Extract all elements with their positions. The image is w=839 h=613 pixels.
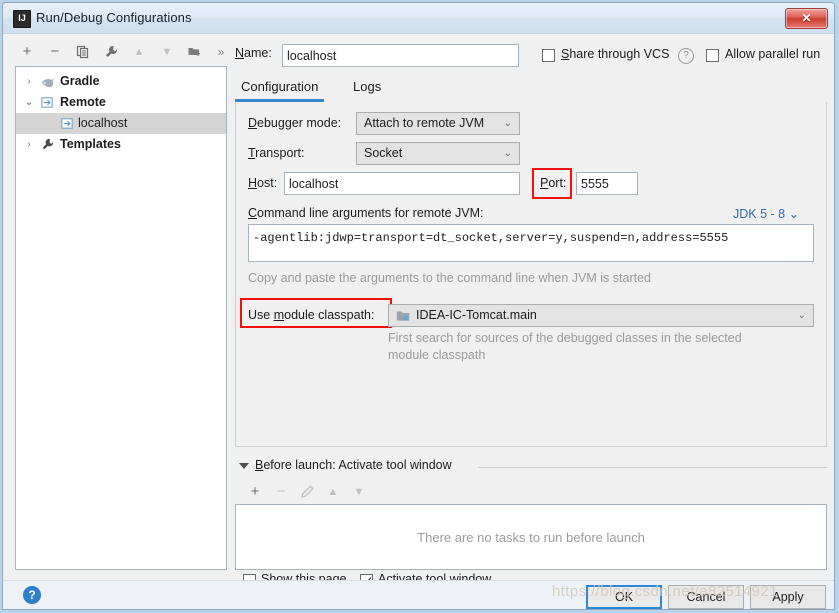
tree-item-label: Templates	[60, 137, 121, 151]
use-module-classpath-label: Use module classpath:	[248, 308, 375, 322]
chevron-right-icon[interactable]: ›	[22, 134, 36, 155]
dialog-body: + − ▲ ▼ » › Gradle ⌄ Remote localhost › …	[3, 34, 834, 587]
chevron-down-icon: ⌄	[503, 118, 512, 129]
tree-item-remote[interactable]: ⌄ Remote	[16, 92, 226, 113]
task-move-up-button[interactable]: ▲	[321, 480, 345, 504]
window-title: Run/Debug Configurations	[36, 10, 192, 25]
tree-item-gradle[interactable]: › Gradle	[16, 71, 226, 92]
configurations-tree[interactable]: › Gradle ⌄ Remote localhost › Templates	[15, 66, 227, 570]
remote-icon	[41, 97, 53, 108]
chevron-right-icon[interactable]: ›	[22, 71, 36, 92]
close-icon: ✕	[801, 11, 812, 25]
tree-item-label: Remote	[60, 95, 106, 109]
before-launch-empty-text: There are no tasks to run before launch	[417, 530, 645, 545]
host-label: Host:	[248, 176, 278, 190]
host-input[interactable]	[284, 172, 520, 195]
module-classpath-value: IDEA-IC-Tomcat.main	[416, 308, 537, 322]
tab-configuration[interactable]: Configuration	[235, 74, 325, 102]
before-launch-title: Before launch: Activate tool window	[255, 458, 452, 472]
move-up-button[interactable]: ▲	[127, 40, 151, 64]
close-window-button[interactable]: ✕	[785, 8, 828, 29]
transport-combo[interactable]: Socket ⌄	[356, 142, 520, 165]
title-bar: IJ Run/Debug Configurations ✕	[3, 3, 834, 34]
more-options-button[interactable]: »	[209, 40, 233, 64]
transport-value: Socket	[364, 146, 403, 160]
before-launch-toolbar: + − ▲ ▼	[243, 480, 443, 504]
collapse-triangle-icon[interactable]	[239, 463, 249, 469]
configuration-panel: Debugger mode: Attach to remote JVM ⌄ Tr…	[235, 102, 827, 447]
jdk-version-selector[interactable]: JDK 5 - 8 ⌄	[733, 206, 799, 221]
debugger-mode-value: Attach to remote JVM	[364, 116, 485, 130]
help-button[interactable]: ?	[23, 586, 41, 604]
copy-icon	[76, 45, 89, 59]
module-classpath-combo[interactable]: IDEA-IC-Tomcat.main ⌄	[388, 304, 814, 327]
command-line-arguments-label: Command line arguments for remote JVM:	[248, 206, 484, 220]
tab-logs[interactable]: Logs	[347, 74, 387, 101]
port-label: Port:	[540, 176, 567, 190]
folder-add-icon	[188, 48, 200, 56]
edit-task-button[interactable]	[295, 480, 319, 504]
transport-label: Transport:	[248, 146, 305, 160]
configuration-editor-pane: Name: Share through VCS ? Allow parallel…	[235, 40, 827, 570]
editor-tabs: Configuration Logs	[235, 74, 827, 103]
task-move-down-button[interactable]: ▼	[347, 480, 371, 504]
jdk-version-label: JDK 5 - 8	[733, 207, 786, 221]
tree-item-templates[interactable]: › Templates	[16, 134, 226, 155]
module-classpath-hint-line2: module classpath	[388, 348, 486, 362]
gradle-icon	[41, 78, 54, 88]
copy-configuration-button[interactable]	[71, 40, 95, 64]
remove-configuration-button[interactable]: −	[43, 40, 67, 64]
before-launch-tasks-list[interactable]: There are no tasks to run before launch	[235, 504, 827, 570]
module-folder-icon	[396, 311, 410, 321]
new-folder-button[interactable]	[183, 40, 207, 64]
move-down-button[interactable]: ▼	[155, 40, 179, 64]
name-row: Name: Share through VCS ? Allow parallel…	[235, 42, 827, 67]
intellij-app-icon: IJ	[13, 10, 31, 28]
copy-paste-hint: Copy and paste the arguments to the comm…	[248, 271, 651, 285]
section-divider	[478, 467, 827, 468]
remove-task-button[interactable]: −	[269, 480, 293, 504]
chevron-down-icon: ⌄	[797, 310, 806, 321]
debugger-mode-combo[interactable]: Attach to remote JVM ⌄	[356, 112, 520, 135]
add-configuration-button[interactable]: +	[15, 40, 39, 64]
wrench-icon	[106, 46, 117, 57]
add-task-button[interactable]: +	[243, 480, 267, 504]
debugger-mode-label: Debugger mode:	[248, 116, 342, 130]
wrench-icon	[42, 138, 54, 150]
tree-item-localhost[interactable]: localhost	[16, 113, 226, 134]
command-line-arguments-textarea[interactable]: -agentlib:jdwp=transport=dt_socket,serve…	[248, 224, 814, 262]
chevron-down-icon: ⌄	[788, 207, 800, 221]
configurations-toolbar: + − ▲ ▼ »	[15, 40, 227, 66]
chevron-down-icon[interactable]: ⌄	[22, 92, 36, 113]
allow-parallel-run-checkbox[interactable]	[706, 49, 719, 62]
edit-templates-button[interactable]	[99, 40, 123, 64]
tree-item-label: localhost	[78, 116, 128, 130]
run-debug-configurations-dialog: IJ Run/Debug Configurations ✕ + − ▲ ▼ » …	[2, 2, 835, 610]
before-launch-header: Before launch: Activate tool window	[235, 458, 827, 476]
allow-parallel-run-label: Allow parallel run	[725, 47, 821, 61]
tree-item-label: Gradle	[60, 74, 100, 88]
remote-icon	[61, 118, 73, 129]
share-vcs-label: Share through VCS	[561, 47, 670, 61]
watermark-text: https://blog.csdn.net/a82514921	[552, 583, 778, 600]
port-input[interactable]	[576, 172, 638, 195]
module-classpath-hint-line1: First search for sources of the debugged…	[388, 331, 742, 345]
chevron-down-icon: ⌄	[503, 148, 512, 159]
pencil-icon	[301, 485, 314, 498]
help-tooltip-icon[interactable]: ?	[678, 48, 694, 64]
share-vcs-checkbox[interactable]	[542, 49, 555, 62]
name-input[interactable]	[282, 44, 519, 67]
name-label: Name:	[235, 46, 272, 60]
